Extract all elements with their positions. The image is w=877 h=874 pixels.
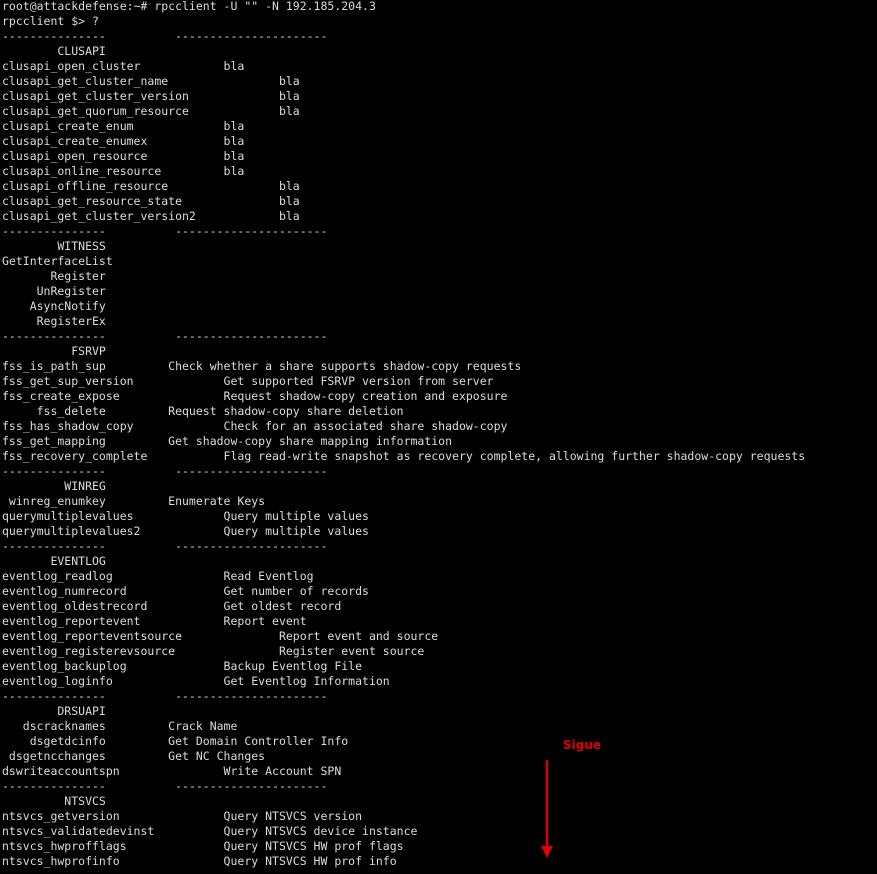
terminal-line: eventlog_loginfo Get Eventlog Informatio… bbox=[2, 674, 390, 688]
terminal-line: querymultiplevalues Query multiple value… bbox=[2, 509, 369, 523]
terminal-line: RegisterEx bbox=[2, 314, 106, 328]
terminal-line: CLUSAPI bbox=[2, 44, 106, 58]
terminal-line: clusapi_create_enumex bla bbox=[2, 134, 245, 148]
terminal-line: clusapi_get_resource_state bla bbox=[2, 194, 300, 208]
terminal-line: FSRVP bbox=[2, 344, 106, 358]
terminal-line: clusapi_get_cluster_version2 bla bbox=[2, 209, 300, 223]
terminal-line: --------------- ---------------------- bbox=[2, 29, 328, 43]
terminal-line: clusapi_get_cluster_name bla bbox=[2, 74, 300, 88]
terminal-line: fss_is_path_sup Check whether a share su… bbox=[2, 359, 522, 373]
terminal-line: EVENTLOG bbox=[2, 554, 106, 568]
terminal-line: dsgetdcinfo Get Domain Controller Info bbox=[2, 734, 349, 748]
terminal-line: ntsvcs_hwprofinfo Query NTSVCS HW prof i… bbox=[2, 854, 397, 868]
terminal-line: root@attackdefense:~# rpcclient -U "" -N… bbox=[2, 0, 376, 13]
terminal-line: fss_delete Request shadow-copy share del… bbox=[2, 404, 404, 418]
terminal-line: AsyncNotify bbox=[2, 299, 106, 313]
terminal-line: clusapi_offline_resource bla bbox=[2, 179, 300, 193]
terminal-line: eventlog_registerevsource Register event… bbox=[2, 644, 425, 658]
terminal-line: --------------- ---------------------- bbox=[2, 539, 328, 553]
terminal-line: winreg_enumkey Enumerate Keys bbox=[2, 494, 266, 508]
terminal-line: clusapi_online_resource bla bbox=[2, 164, 245, 178]
annotation-label: Sigue bbox=[563, 738, 602, 752]
terminal-line: --------------- ---------------------- bbox=[2, 779, 328, 793]
terminal-line: eventlog_oldestrecord Get oldest record bbox=[2, 599, 342, 613]
terminal-line: clusapi_open_resource bla bbox=[2, 149, 245, 163]
terminal-line: clusapi_get_cluster_version bla bbox=[2, 89, 300, 103]
terminal-line: fss_recovery_complete Flag read-write sn… bbox=[2, 449, 806, 463]
terminal-line: eventlog_readlog Read Eventlog bbox=[2, 569, 314, 583]
terminal-line: GetInterfaceList bbox=[2, 254, 113, 268]
terminal-line: ntsvcs_hwprofflags Query NTSVCS HW prof … bbox=[2, 839, 404, 853]
terminal-line: --------------- ---------------------- bbox=[2, 689, 328, 703]
terminal-line: WINREG bbox=[2, 479, 106, 493]
terminal-line: dsgetncchanges Get NC Changes bbox=[2, 749, 266, 763]
down-arrow-icon bbox=[541, 760, 553, 858]
terminal-line: eventlog_numrecord Get number of records bbox=[2, 584, 369, 598]
terminal-line: UnRegister bbox=[2, 284, 106, 298]
terminal-line: clusapi_get_quorum_resource bla bbox=[2, 104, 300, 118]
terminal-line: NTSVCS bbox=[2, 794, 106, 808]
terminal-line: fss_create_expose Request shadow-copy cr… bbox=[2, 389, 508, 403]
terminal-line: eventlog_reporteventsource Report event … bbox=[2, 629, 439, 643]
terminal-line: ntsvcs_getversion Query NTSVCS version bbox=[2, 809, 363, 823]
terminal-line: clusapi_create_enum bla bbox=[2, 119, 245, 133]
terminal-line: --------------- ---------------------- bbox=[2, 329, 328, 343]
terminal-line: fss_has_shadow_copy Check for an associa… bbox=[2, 419, 508, 433]
terminal-line: dswriteaccountspn Write Account SPN bbox=[2, 764, 342, 778]
terminal-line: ntsvcs_validatedevinst Query NTSVCS devi… bbox=[2, 824, 418, 838]
terminal-line: eventlog_reportevent Report event bbox=[2, 614, 307, 628]
terminal-line: Register bbox=[2, 269, 106, 283]
terminal-output[interactable]: root@attackdefense:~# rpcclient -U "" -N… bbox=[2, 0, 875, 869]
terminal-line: DRSUAPI bbox=[2, 704, 106, 718]
terminal-line: dscracknames Crack Name bbox=[2, 719, 238, 733]
terminal-line: --------------- ---------------------- bbox=[2, 224, 328, 238]
terminal-line: querymultiplevalues2 Query multiple valu… bbox=[2, 524, 369, 538]
terminal-line: fss_get_mapping Get shadow-copy share ma… bbox=[2, 434, 453, 448]
terminal-line: --------------- ---------------------- bbox=[2, 464, 328, 478]
terminal-line: clusapi_open_cluster bla bbox=[2, 59, 245, 73]
terminal-line: rpcclient $> ? bbox=[2, 14, 99, 28]
terminal-line: fss_get_sup_version Get supported FSRVP … bbox=[2, 374, 494, 388]
terminal-line: WITNESS bbox=[2, 239, 106, 253]
terminal-line: eventlog_backuplog Backup Eventlog File bbox=[2, 659, 363, 673]
